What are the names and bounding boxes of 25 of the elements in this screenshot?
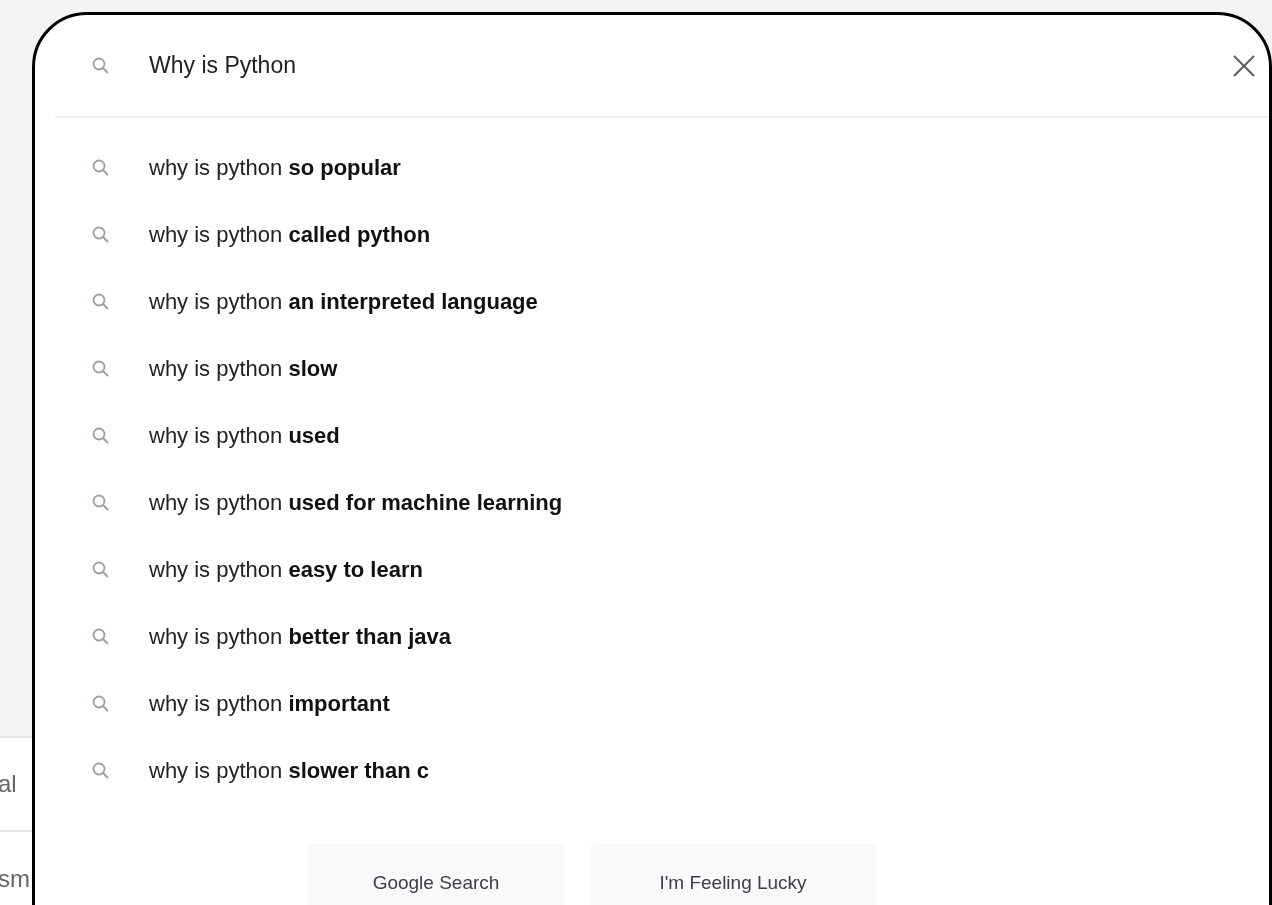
search-field[interactable]: Why is Python — [149, 48, 1231, 83]
search-icon — [91, 626, 111, 647]
search-icon — [91, 559, 111, 580]
suggestion-item[interactable]: why is python important — [149, 687, 390, 720]
suggestion-item[interactable]: why is python used — [149, 419, 340, 452]
suggestion-item[interactable]: why is python called python — [149, 218, 431, 251]
search-icon — [91, 291, 111, 312]
search-button[interactable]: Google Search — [308, 844, 564, 905]
search-icon — [91, 492, 111, 513]
search-icon — [91, 760, 111, 781]
close-icon[interactable] — [1231, 52, 1257, 79]
search-icon — [91, 358, 111, 379]
search-icon — [91, 693, 111, 714]
suggestion-item[interactable]: why is python easy to learn — [149, 553, 423, 586]
search-icon — [91, 224, 111, 245]
suggestion-item[interactable]: why is python slower than c — [149, 754, 429, 787]
suggestion-item[interactable]: why is python better than java — [149, 620, 451, 653]
search-icon — [91, 157, 111, 178]
suggestion-item[interactable]: why is python slow — [149, 352, 338, 385]
search-icon — [91, 425, 111, 446]
search-icon — [91, 55, 111, 76]
lucky-button[interactable]: I'm Feeling Lucky — [590, 844, 876, 905]
suggestion-item[interactable]: why is python used for machine learning — [149, 486, 563, 519]
suggestion-item[interactable]: why is python so popular — [149, 151, 401, 184]
suggestion-item[interactable]: why is python an interpreted language — [149, 285, 538, 318]
